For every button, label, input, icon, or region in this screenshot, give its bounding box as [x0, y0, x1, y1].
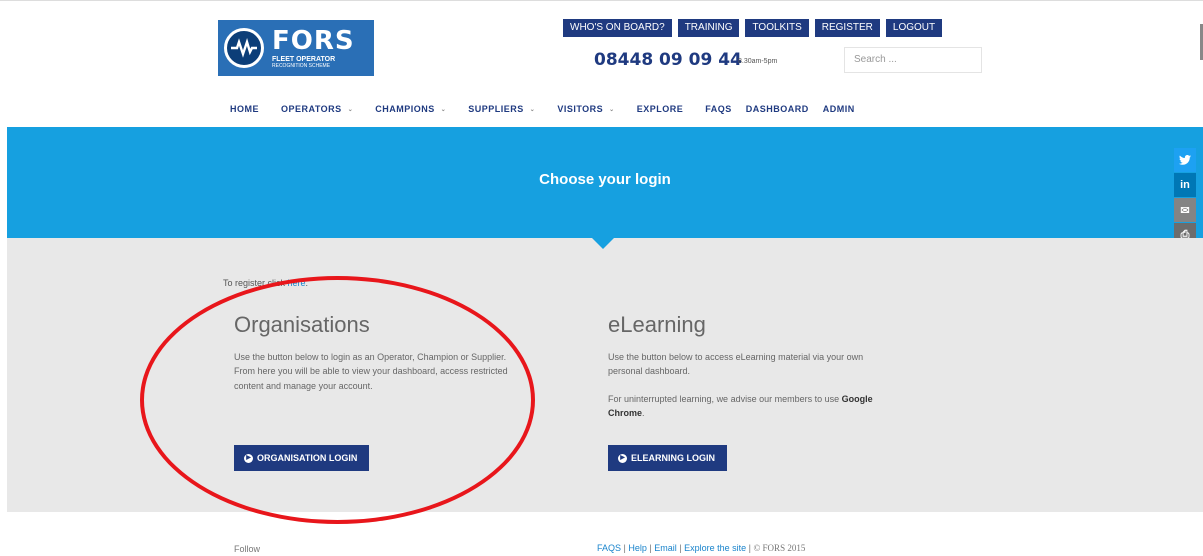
chevron-down-icon: ⌄: [347, 106, 354, 113]
nav-label: DASHBOARD: [745, 104, 809, 114]
nav-label: EXPLORE: [636, 104, 684, 114]
elearning-text-line: Use the button below to access eLearning…: [608, 352, 864, 362]
nav-item-home[interactable]: HOME: [230, 104, 259, 114]
footer-links: FAQS | Help | Email | Explore the site |…: [597, 543, 806, 553]
nav-item-operators[interactable]: OPERATORS ⌄: [281, 104, 353, 114]
fors-logo[interactable]: FORS FLEET OPERATOR RECOGNITION SCHEME: [218, 20, 374, 76]
social-share-bar: in ✉ ⎙: [1174, 148, 1196, 248]
elearning-browser-note: For uninterrupted learning, we advise ou…: [608, 392, 958, 406]
browser-note-text: For uninterrupted learning, we advise ou…: [608, 393, 840, 404]
logo-title: FORS: [272, 25, 355, 56]
chevron-down-icon: ⌄: [440, 106, 447, 113]
follow-label: Follow: [234, 544, 261, 554]
elearning-login-button[interactable]: ▶ ELEARNING LOGIN: [608, 445, 728, 471]
logo-tagline: RECOGNITION SCHEME: [272, 62, 331, 69]
organisations-heading: Organisations: [234, 312, 370, 337]
banner-pointer: [591, 237, 615, 249]
twitter-icon[interactable]: [1174, 148, 1196, 172]
register-line: To register click here.: [223, 278, 308, 288]
footer-link-help[interactable]: Help: [628, 543, 647, 553]
elearning-description: Use the button below to access eLearning…: [608, 350, 958, 421]
elearning-heading: eLearning: [608, 312, 706, 337]
nav-item-explore[interactable]: EXPLORE: [637, 104, 684, 114]
logout-button[interactable]: LOGOUT: [885, 19, 943, 37]
nav-label: CHAMPIONS: [375, 104, 435, 114]
phone-number: 08448 09 09 44: [594, 50, 742, 70]
elearning-text-line: personal dashboard.: [608, 366, 691, 377]
email-icon[interactable]: ✉: [1174, 198, 1196, 222]
copyright: © FORS 2015: [753, 543, 806, 553]
org-text-line: content and manage your account.: [234, 380, 373, 391]
elearning-login-label: ELEARNING LOGIN: [631, 453, 716, 463]
org-text-line: Use the button below to login as an Oper…: [234, 352, 507, 362]
main-nav: HOME OPERATORS ⌄ CHAMPIONS ⌄ SUPPLIERS ⌄ VI…: [230, 104, 877, 114]
training-button[interactable]: TRAINING: [677, 19, 740, 37]
logo-text: FORS FLEET OPERATOR RECOGNITION SCHEME: [272, 28, 355, 69]
footer-link-faqs[interactable]: FAQS: [597, 543, 621, 553]
register-button[interactable]: REGISTER: [814, 19, 880, 37]
org-text-line: From here you will be able to view your …: [234, 366, 508, 377]
top-button-bar: WHO'S ON BOARD? TRAINING TOOLKITS REGIST…: [563, 19, 943, 37]
browser-name: Google: [841, 393, 873, 404]
browser-name-end: Chrome: [608, 408, 643, 419]
logo-subtitle: FLEET OPERATOR: [272, 55, 336, 63]
nav-label: OPERATORS: [281, 104, 342, 114]
register-prefix: To register click: [223, 278, 286, 288]
arrow-right-icon: ▶: [618, 453, 627, 463]
fors-wave-icon: [224, 28, 264, 68]
nav-item-champions[interactable]: CHAMPIONS ⌄: [375, 104, 446, 114]
nav-item-visitors[interactable]: VISITORS ⌄: [557, 104, 614, 114]
login-options-panel: [7, 238, 1203, 512]
search-input[interactable]: Search ...: [844, 47, 982, 73]
nav-label: FAQS: [705, 104, 732, 114]
nav-label: VISITORS: [557, 104, 604, 114]
nav-label: HOME: [230, 104, 259, 114]
whos-on-board-button[interactable]: WHO'S ON BOARD?: [563, 19, 672, 37]
top-border: [0, 0, 1203, 1]
linkedin-icon[interactable]: in: [1174, 173, 1196, 197]
hero-banner: Choose your login: [7, 127, 1203, 238]
opening-hours: 8.30am-5pm: [738, 58, 778, 65]
chevron-down-icon: ⌄: [529, 106, 536, 113]
organisations-description: Use the button below to login as an Oper…: [234, 350, 594, 393]
nav-label: ADMIN: [822, 104, 855, 114]
organisation-login-button[interactable]: ▶ ORGANISATION LOGIN: [234, 445, 370, 471]
nav-item-admin[interactable]: ADMIN: [823, 104, 855, 114]
organisation-login-label: ORGANISATION LOGIN: [257, 453, 358, 463]
page-title: Choose your login: [539, 171, 671, 188]
footer-link-email[interactable]: Email: [654, 543, 677, 553]
nav-item-faqs[interactable]: FAQS: [705, 104, 732, 114]
nav-item-dashboard[interactable]: DASHBOARD: [746, 104, 809, 114]
chevron-down-icon: ⌄: [609, 106, 615, 113]
nav-item-suppliers[interactable]: SUPPLIERS ⌄: [468, 104, 535, 114]
page: FORS FLEET OPERATOR RECOGNITION SCHEME W…: [0, 0, 1203, 556]
elearning-browser-note-end: Chrome.: [608, 406, 958, 420]
toolkits-button[interactable]: TOOLKITS: [745, 19, 809, 37]
footer-link-explore[interactable]: Explore the site: [684, 543, 746, 553]
register-suffix: .: [305, 278, 309, 288]
nav-label: SUPPLIERS: [468, 104, 524, 114]
browser-note-period: .: [642, 408, 645, 419]
register-here-link[interactable]: here: [288, 278, 306, 288]
arrow-right-icon: ▶: [244, 453, 253, 463]
